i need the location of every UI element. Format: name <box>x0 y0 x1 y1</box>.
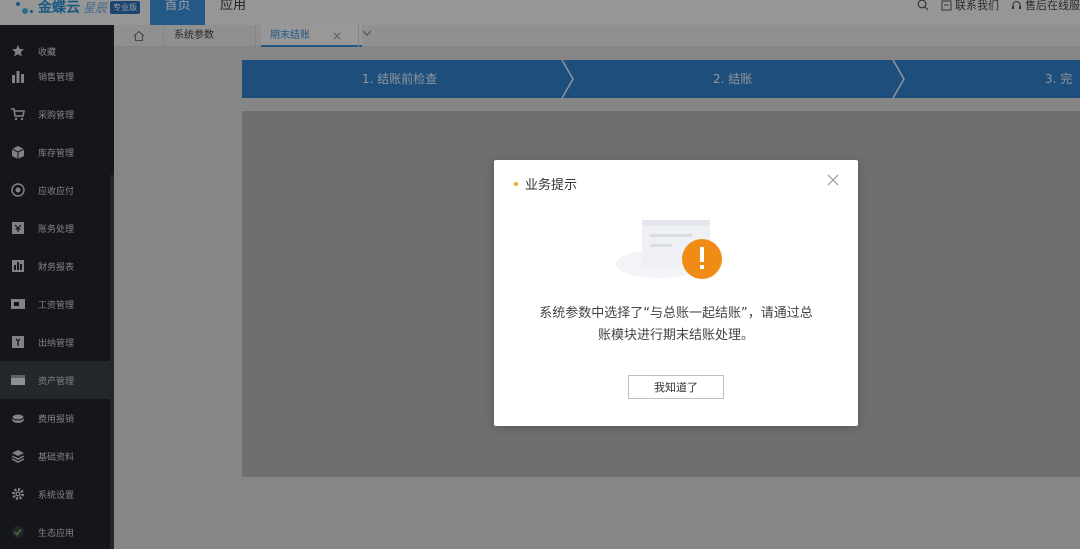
dialog-title: 业务提示 <box>514 174 577 193</box>
acknowledge-button[interactable]: 我知道了 <box>628 375 724 399</box>
dialog-message-line1: 系统参数中选择了“与总账一起结账”，请通过总 <box>539 306 813 321</box>
dialog-message-line2: 账模块进行期末结账处理。 <box>597 328 754 343</box>
close-icon[interactable] <box>826 173 840 187</box>
dialog-title-text: 业务提示 <box>525 178 578 193</box>
title-dot-icon <box>514 181 518 186</box>
warning-illustration-icon <box>616 220 722 279</box>
business-tip-dialog: 业务提示 系统参数中选择了“与总账一起结账”，请通过总 账模块进行期末结账处理。… <box>494 160 858 426</box>
dialog-message: 系统参数中选择了“与总账一起结账”，请通过总 账模块进行期末结账处理。 <box>510 303 842 347</box>
